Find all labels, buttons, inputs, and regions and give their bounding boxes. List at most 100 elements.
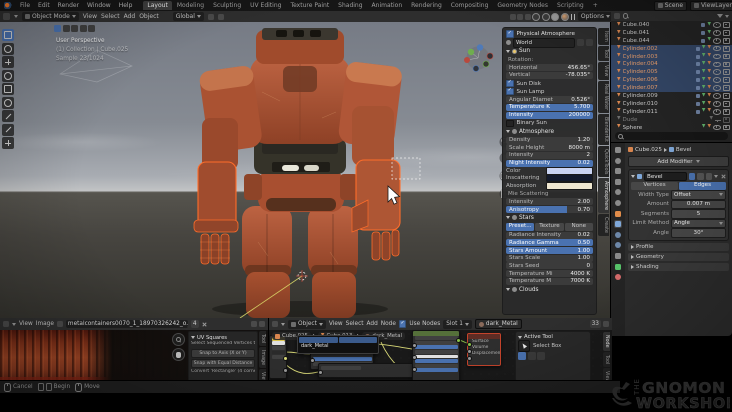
snap-equal-distance-button[interactable]: Snap with Equal Distance [191,358,255,368]
image-display-icon[interactable] [251,321,257,327]
modifiers-tab-icon[interactable] [614,220,622,229]
physical-atmosphere-header[interactable]: Physical Atmosphere [506,30,593,38]
outliner-row-hidden[interactable]: ▼ Dude ▼ [611,116,732,124]
add-object-tool[interactable] [2,137,14,149]
blender-logo-icon[interactable] [4,2,13,9]
hide-eye-icon[interactable] [713,124,721,131]
render-camera-icon[interactable] [723,53,730,60]
editor-type-icon[interactable] [3,321,9,327]
render-display-toggle[interactable] [705,173,712,180]
object-tab-icon[interactable] [614,210,622,218]
workspace-tab-scripting[interactable]: Scripting [553,1,588,10]
render-camera-icon[interactable] [723,100,730,107]
tool-option-icon[interactable] [71,25,78,32]
node-menu-add[interactable]: Add [367,321,378,327]
cursor-tool[interactable] [2,42,14,55]
profile-panel-collapsed[interactable]: Profile [628,242,729,251]
shading-wireframe-icon[interactable] [532,12,541,21]
outliner-row-selected[interactable]: ▼ Cylinder.002 ▼ ▼ [611,44,732,53]
render-camera-icon[interactable] [723,37,730,44]
mie-intensity-field[interactable]: Intensity 2.00 [506,198,593,206]
tool-option-icon[interactable] [88,25,95,32]
radiance-gamma-field[interactable]: Radiance Gamma 0.50 [506,239,593,247]
rotate-tool[interactable] [2,69,14,82]
sun-disk-checkbox[interactable]: Sun Disk [506,79,593,88]
editor-type-icon[interactable] [3,13,10,20]
viewport-menu-select[interactable]: Select [101,13,120,20]
workspace-tab-sculpting[interactable]: Sculpting [209,1,245,10]
select-mode-new-icon[interactable] [518,352,526,360]
hide-eye-icon[interactable] [713,69,721,76]
workspace-tab-modeling[interactable]: Modeling [173,1,208,10]
editmode-display-toggle[interactable] [688,173,695,180]
shading-panel-collapsed[interactable]: Shading [628,262,729,271]
outliner-row[interactable]: ▼ Cube.041 ▼ [611,29,732,37]
hide-eye-icon[interactable] [713,101,721,107]
hide-eye-icon[interactable] [713,30,721,36]
browse-image-icon[interactable] [56,321,63,327]
segments-field[interactable]: 5 [671,209,726,219]
pause-render-icon[interactable] [570,13,576,20]
popup-button[interactable] [338,337,377,343]
outliner-row-selected[interactable]: ▼ Cylinder.003 ▼ ▼ [611,52,732,61]
viewport-menu-object[interactable]: Object [139,13,159,20]
render-camera-icon[interactable] [723,22,730,28]
xray-toggle-icon[interactable] [524,13,531,20]
binary-sun-checkbox[interactable]: Binary Sun [506,119,593,128]
render-camera-icon[interactable] [723,45,730,52]
breadcrumb-object[interactable]: Cube.025 [635,147,662,153]
scene-selector[interactable]: Scene [653,0,688,11]
temperature-min-field[interactable]: Temperature Mi 4000 K [506,270,593,278]
stars-preset-button[interactable]: Preset... [506,223,535,231]
snap-to-axis-button[interactable]: Snap to Axis (X or Y) [191,348,255,358]
edges-button[interactable]: Edges [679,182,726,190]
sun-horizontal-field[interactable]: Horizontal 456.65° [506,64,593,72]
node-menu-select[interactable]: Select [346,321,364,327]
workspace-tab-compositing[interactable]: Compositing [447,1,493,10]
menu-file[interactable]: File [19,2,31,9]
workspace-tab-layout[interactable]: Layout [143,1,172,10]
scale-tool[interactable] [2,83,14,95]
workspace-tab-uv-editing[interactable]: UV Editing [246,1,285,10]
slot-selector[interactable]: Slot 1 [443,319,472,329]
vertices-button[interactable]: Vertices [631,182,678,190]
viewlayer-tab-icon[interactable] [614,178,622,186]
tool-option-icon[interactable] [54,25,61,32]
move-tool[interactable] [2,56,14,68]
gizmos-toggle-icon[interactable] [509,13,516,20]
menu-render[interactable]: Render [57,2,80,9]
hide-eye-icon[interactable] [713,85,721,91]
node-principled-bsdf[interactable] [411,330,461,380]
node-menu-node[interactable]: Node [381,321,396,327]
constraints-tab-icon[interactable] [614,252,622,260]
output-tab-icon[interactable] [614,167,622,175]
checkbox-unchecked-icon[interactable] [506,119,514,128]
outliner-row-selected[interactable]: ▼ Cylinder.006 ▼ ▼ [611,76,732,85]
checkbox-checked-icon[interactable] [506,79,514,88]
node-menu-view[interactable]: View [329,321,343,327]
shading-material-icon[interactable] [551,12,560,21]
render-camera-icon[interactable] [723,108,730,115]
render-camera-icon[interactable] [723,77,730,84]
hide-eye-icon[interactable] [713,22,721,28]
sidebar-tab-atmosphere[interactable]: Atmosphere [598,178,609,214]
angle-field[interactable]: 30° [671,228,726,238]
stars-amount-field[interactable]: Stars Amount 1.00 [506,247,593,255]
outliner-row-selected[interactable]: ▼ Cylinder.004 ▼ ▼ [611,60,732,69]
mode-selector[interactable]: Object Mode [22,12,79,21]
shading-solid-icon[interactable] [541,12,550,21]
atmosphere-intensity-field[interactable]: Intensity 2 [506,151,593,159]
clouds-section-header[interactable]: Clouds [506,286,593,295]
modifier-name-input[interactable]: Bevel [644,171,687,182]
world-selector[interactable]: World [513,37,575,48]
proportional-editing-icon[interactable] [217,13,224,20]
radiance-intensity-field[interactable]: Radiance Intensity 0.02 [506,231,593,239]
stars-texture-button[interactable]: Texture [535,223,564,231]
node-collapsed-wide[interactable] [317,363,421,378]
select-mode-add-icon[interactable] [527,352,536,360]
unlink-image-icon[interactable] [202,321,208,327]
hide-eye-icon[interactable] [713,53,721,60]
render-camera-icon[interactable] [723,124,730,131]
render-tab-icon[interactable] [614,157,622,165]
geometry-panel-collapsed[interactable]: Geometry [628,252,729,261]
